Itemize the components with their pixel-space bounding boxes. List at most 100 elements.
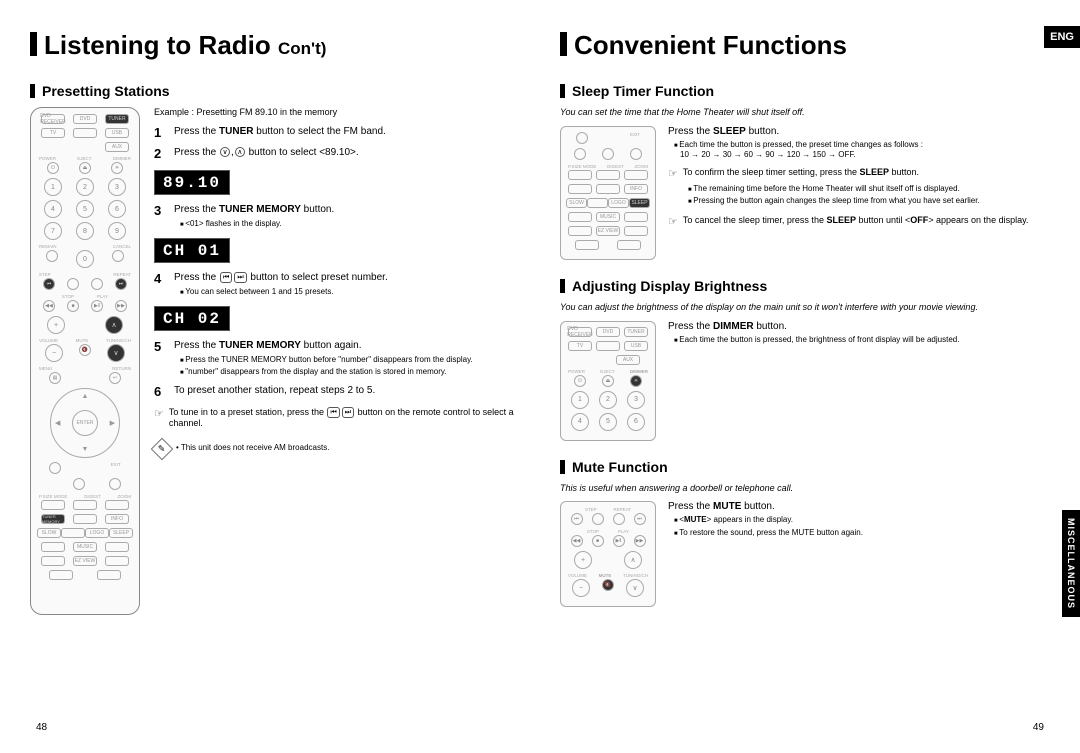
sleep-hand-n2: Pressing the button again changes the sl… [682,196,1050,207]
hand-icon-sleep1 [668,167,678,181]
mr-s-sleep: SLEEP [629,198,650,208]
section-sleep: Sleep Timer Function You can set the tim… [560,83,1050,260]
mr-m-mute: 🔇 [602,579,614,591]
step-6-text: To preset another station, repeat steps … [174,384,520,398]
display-freq: 89.10 [154,170,230,195]
btn-dvdreceiver: DVD RECEIVER [41,114,65,124]
mr-m-rep [613,513,625,525]
lbl-zoom: ZOOM [117,494,131,499]
btn-repeat [91,278,103,290]
step-4-text: Press the ⏮⏭ button to select preset num… [174,271,520,297]
mr-s-6 [596,170,620,180]
btn-slow: SLOW [37,528,61,538]
btn-g11 [41,542,65,552]
display-ch01: CH 01 [154,238,230,263]
digit-4: 4 [44,200,62,218]
mr-s-7 [624,170,648,180]
btn-eject: ⏏ [79,162,91,174]
mr-d-5 [596,341,620,351]
btn-tuner-memory: TUNER MEMORY [41,514,65,524]
lbl-eject: EJECT [77,156,91,161]
mr-m-cdn: ∨ [626,579,644,597]
btn-g8 [61,528,85,538]
note-icon: ✎ [151,438,174,461]
btn-blank [73,128,97,138]
btn-sleep: SLEEP [109,528,133,538]
mr-d-3: TUNER [624,327,648,337]
btn-music: MUSIC [73,542,97,552]
mute-note2: To restore the sound, press the MUTE but… [668,528,1050,539]
btn-g5 [73,514,97,524]
lbl-volume: VOLUME [39,338,58,343]
step-3-text: Press the TUNER MEMORY button.<01> flash… [174,203,520,229]
mr-s-15: MUSIC [596,212,620,222]
lang-badge: ENG [1044,26,1080,48]
lbl-exit: EXIT [111,462,121,474]
sleep-note1: Each time the button is pressed, the pre… [668,140,1050,151]
step-num-1: 1 [154,125,166,140]
mr-m-rew: ◀◀ [571,535,583,547]
mr-m-next: ⏭ [634,513,646,525]
btn-aux2 [73,478,85,490]
am-footnote: • This unit does not receive AM broadcas… [176,440,329,452]
skip-back-icon: ⏮ [220,272,232,283]
step-num-5: 5 [154,339,166,354]
mr-m-step [592,513,604,525]
step-num-6: 6 [154,384,166,399]
mr-d-d2: 2 [599,391,617,409]
lbl-psize: P.SIZE MODE [39,494,67,499]
btn-info-small [49,462,61,474]
btn-ch-down: ∨ [107,344,125,362]
btn-g13 [105,542,129,552]
mute-text: Press the MUTE button. <MUTE> appears in… [668,501,1050,538]
btn-dvd: DVD [73,114,97,124]
mr-d-d5: 5 [599,413,617,431]
lbl-menu: MENU [39,366,52,371]
mini-remote-dimmer: DVD RECEIVERDVDTUNER TVUSB AUX POWEREJEC… [560,321,656,441]
btn-ezview: EZ VIEW [73,556,97,566]
mini-remote-mute: STEPREPEAT ⏮⏭ STOPPLAY ◀◀■▶‖▶▶ +∧ VOLUME… [560,501,656,607]
btn-logo: LOGO [85,528,109,538]
dimmer-text: Press the DIMMER button. Each time the b… [668,321,1050,346]
digit-0: 0 [76,250,94,268]
page-number-right: 49 [1033,722,1044,733]
mr-s-3 [602,148,614,160]
digit-6: 6 [108,200,126,218]
btn-stop: ■ [67,300,79,312]
mr-s-11: SLOW [566,198,587,208]
mr-s-21 [617,240,641,250]
sleep-text: Press the SLEEP button. Each time the bu… [668,126,1050,229]
btn-fwd: ▶▶ [115,300,127,312]
lbl-repeat: REPEAT [113,272,131,277]
mr-m-play: ▶‖ [613,535,625,547]
digit-8: 8 [76,222,94,240]
mr-s-17 [568,226,592,236]
digit-9: 9 [108,222,126,240]
btn-tuner: TUNER [105,114,129,124]
btn-g17 [49,570,73,580]
step-1-text: Press the TUNER button to select the FM … [174,125,520,139]
step-5-text: Press the TUNER MEMORY button again.Pres… [174,339,520,378]
lbl-play: PLAY [97,294,108,299]
subsection-presetting: Presetting Stations [30,83,520,99]
digit-1: 1 [44,178,62,196]
step-num-4: 4 [154,271,166,286]
mr-s-10: INFO [624,184,648,194]
mr-s-2 [574,148,586,160]
sleep-note1b: 10 → 20 → 30 → 60 → 90 → 120 → 150 → OFF… [668,150,1050,159]
mr-m-stop: ■ [592,535,604,547]
mr-m-fwd: ▶▶ [634,535,646,547]
lbl-return: RETURN [112,366,131,371]
mr-d-d4: 4 [571,413,589,431]
btn-exit [109,478,121,490]
preset-hand-note: To tune in to a preset station, press th… [169,407,520,430]
page-right: Convenient Functions Sleep Timer Functio… [560,30,1050,733]
mr-s-18: EZ VIEW [596,226,620,236]
mr-d-1: DVD RECEIVER [568,327,592,337]
btn-vol-up: + [47,316,65,334]
btn-vol-down: − [45,344,63,362]
btn-usb: USB [105,128,129,138]
btn-aux: AUX [105,142,129,152]
btn-tv: TV [41,128,65,138]
side-tab-misc: MISCELLANEOUS [1062,510,1080,617]
